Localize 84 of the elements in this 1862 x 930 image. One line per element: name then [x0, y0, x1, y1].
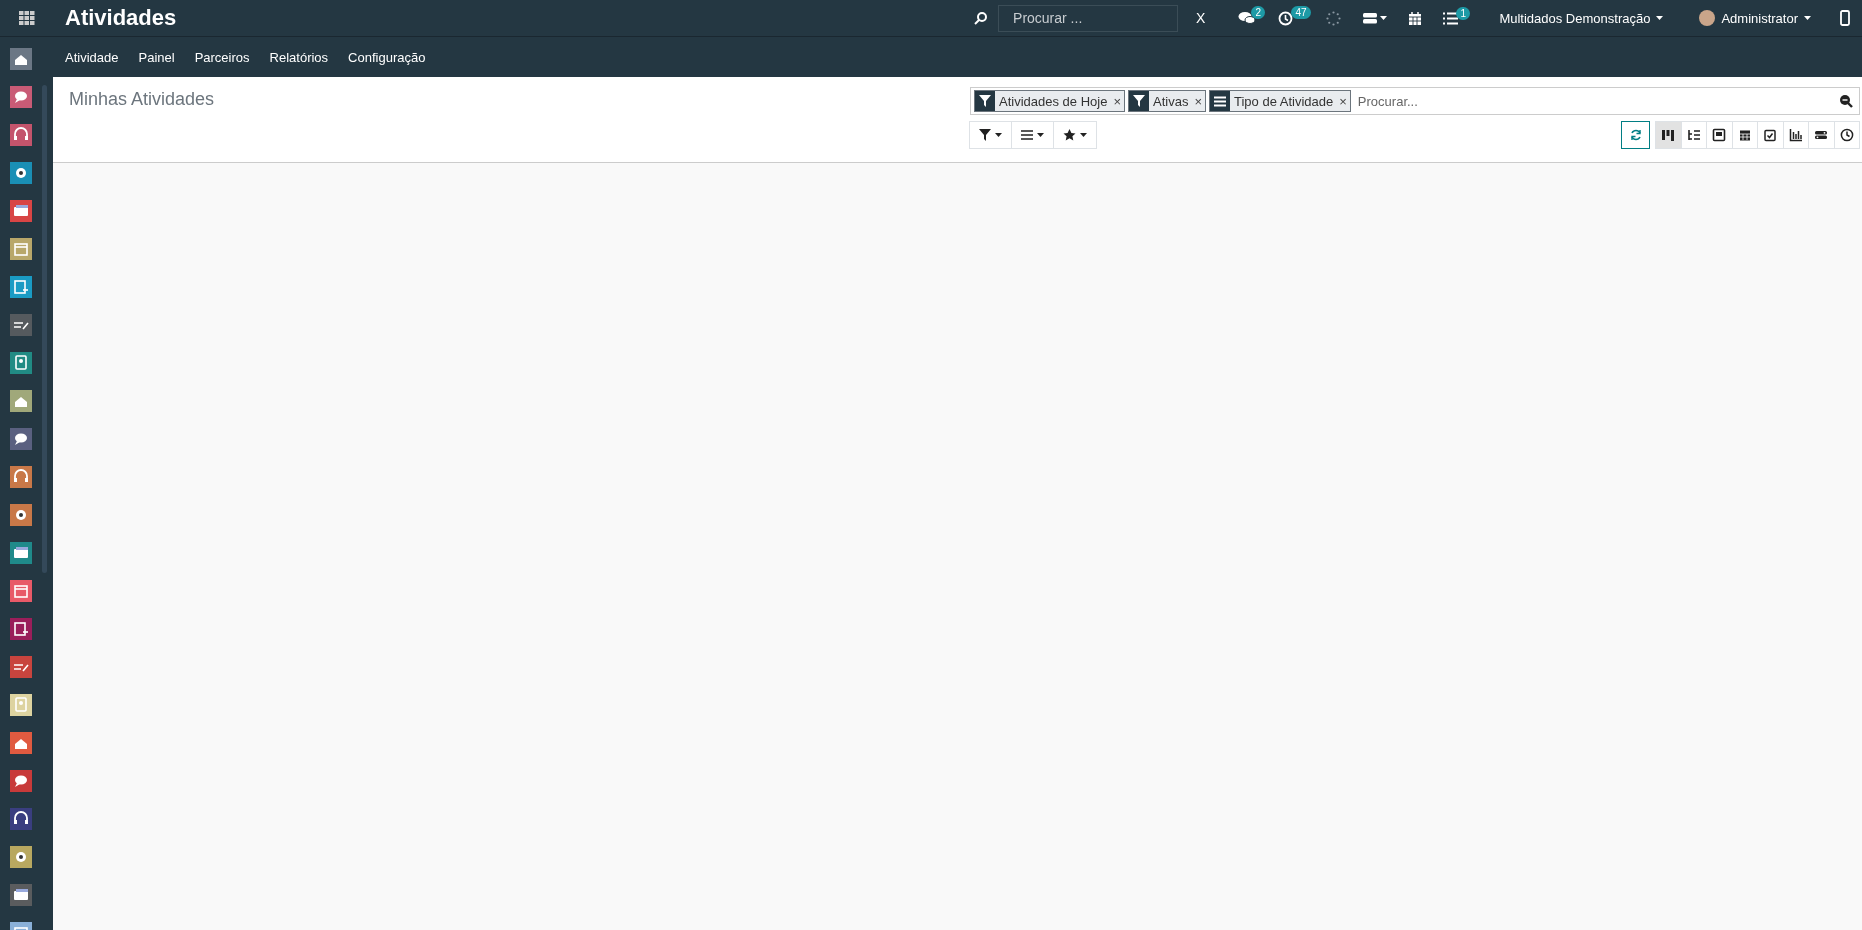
filter-icon [979, 129, 991, 141]
app-title: Atividades [65, 5, 177, 31]
search-icon[interactable] [974, 11, 989, 25]
app-tile-icon[interactable] [9, 314, 32, 336]
menu-item[interactable]: Painel [128, 49, 185, 65]
app-tile-icon[interactable] [9, 580, 32, 602]
menu-item[interactable]: Relatórios [259, 49, 339, 65]
toggle-icon [1814, 128, 1829, 142]
filter-icon [1133, 95, 1145, 107]
facet-label: Ativas [1152, 92, 1190, 111]
menu-item[interactable]: Configuração [338, 49, 436, 65]
caret-icon [1080, 133, 1087, 137]
app-tile-icon[interactable] [9, 618, 32, 640]
app-tile-icon[interactable] [9, 86, 32, 108]
remove-facet-button[interactable]: × [1336, 91, 1350, 111]
avatar-icon [1699, 10, 1716, 26]
caret-icon [1037, 133, 1044, 137]
app-tile-icon[interactable] [9, 124, 32, 146]
group-by-dropdown[interactable] [1011, 121, 1054, 149]
message-count-badge: 2 [1251, 6, 1265, 19]
clear-button[interactable]: X [1188, 10, 1214, 26]
filters-dropdown[interactable] [969, 121, 1012, 149]
search-field[interactable]: Atividades de Hoje × Ativas × Tipo de Atividade × Procurar... [970, 87, 1860, 115]
facet-label: Tipo de Atividade [1233, 92, 1335, 111]
facet-label: Atividades de Hoje [998, 92, 1109, 111]
app-tile-icon[interactable] [9, 542, 32, 564]
app-tile-icon[interactable] [9, 808, 32, 830]
app-tile-icon[interactable] [9, 48, 32, 70]
app-tile-icon[interactable] [9, 694, 32, 716]
app-tile-icon[interactable] [9, 276, 32, 298]
app-tile-icon[interactable] [9, 846, 32, 868]
menu-item[interactable]: Atividade [55, 49, 129, 65]
app-tile-icon[interactable] [9, 200, 32, 222]
app-tile-icon[interactable] [9, 770, 32, 792]
search-icon[interactable] [1839, 94, 1853, 108]
remove-facet-button[interactable]: × [1191, 91, 1205, 111]
clock-view-button[interactable] [1833, 121, 1860, 149]
app-tile-icon[interactable] [9, 352, 32, 374]
favorites-dropdown[interactable] [1053, 121, 1097, 149]
task-list-icon[interactable] [1443, 11, 1459, 25]
star-icon [1063, 129, 1076, 141]
columns-icon [1661, 128, 1676, 142]
app-tile-icon[interactable] [9, 390, 32, 412]
task-count-badge: 1 [1456, 6, 1470, 20]
caret-icon [1380, 16, 1388, 20]
app-tile-icon[interactable] [9, 504, 32, 526]
refresh-icon [1629, 129, 1642, 141]
checkbox-icon [1763, 128, 1778, 142]
company-menu[interactable]: Multidados Demonstração [1493, 9, 1670, 27]
app-tile-icon[interactable] [9, 466, 32, 488]
phone-icon[interactable] [1840, 10, 1850, 26]
search-field[interactable]: Procurar ... [998, 4, 1179, 32]
calendar-icon[interactable] [1409, 11, 1422, 25]
menu-icon [1021, 130, 1033, 140]
bar-chart-icon [1788, 128, 1803, 142]
clock-icon[interactable] [1278, 10, 1294, 26]
remove-facet-button[interactable]: × [1110, 91, 1124, 111]
app-tile-icon[interactable] [9, 732, 32, 754]
app-tile-icon[interactable] [9, 428, 32, 450]
user-menu[interactable]: Administrator [1693, 9, 1817, 27]
menu-icon [1214, 95, 1226, 107]
menu-item[interactable]: Parceiros [184, 49, 260, 65]
kanban-view-button[interactable] [1655, 121, 1682, 149]
caret-icon [995, 133, 1002, 137]
activity-count-badge: 47 [1291, 5, 1311, 19]
app-tile-icon[interactable] [9, 238, 32, 260]
spinner-icon [1326, 10, 1342, 26]
form-icon [1712, 128, 1727, 142]
list-icon [1686, 128, 1701, 142]
caret-icon [1804, 16, 1811, 20]
caret-icon [1656, 16, 1664, 20]
refresh-button[interactable] [1621, 121, 1650, 149]
calendar-icon [1737, 128, 1752, 142]
toggle-icon[interactable] [1363, 12, 1378, 24]
activity-view-button[interactable] [1757, 121, 1784, 149]
clock-icon [1839, 128, 1854, 142]
breadcrumb: Minhas Atividades [69, 89, 216, 111]
app-tile-icon[interactable] [9, 162, 32, 184]
form-view-button[interactable] [1706, 121, 1733, 149]
app-tile-icon[interactable] [9, 656, 32, 678]
filter-icon [979, 95, 991, 107]
pivot-view-button[interactable] [1808, 121, 1835, 149]
app-tile-icon[interactable] [9, 884, 32, 906]
apps-menu-icon[interactable] [18, 11, 35, 25]
